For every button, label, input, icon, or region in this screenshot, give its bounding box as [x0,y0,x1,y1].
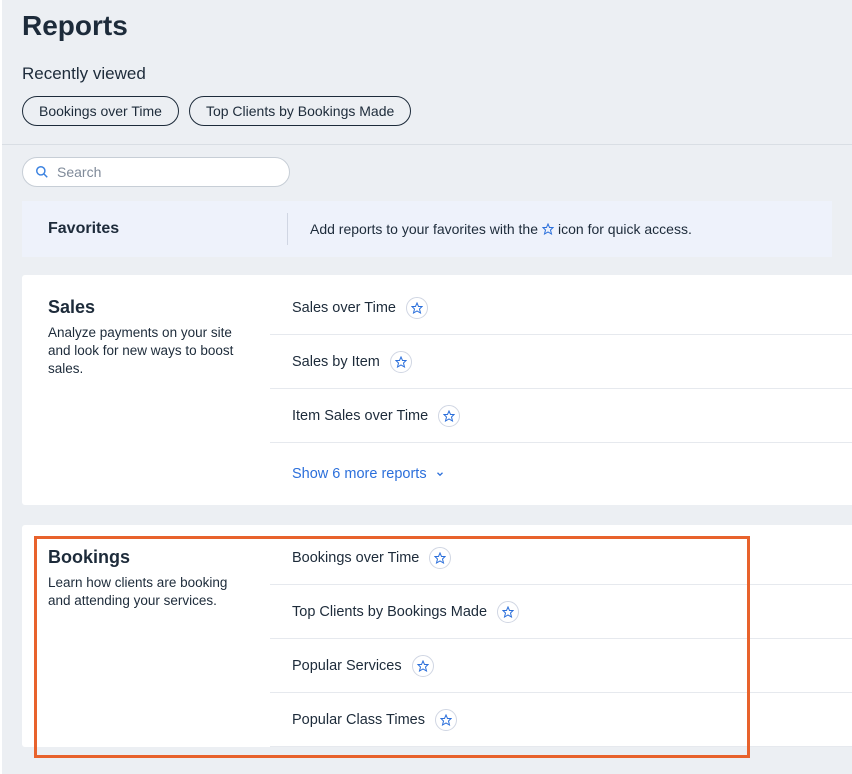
favorite-toggle[interactable] [412,655,434,677]
show-more-label: Show 6 more reports [292,466,427,482]
favorites-bar: Favorites Add reports to your favorites … [22,201,832,257]
section-sales: Sales Analyze payments on your site and … [22,275,852,505]
star-icon [411,302,423,314]
favorite-toggle[interactable] [438,405,460,427]
report-row[interactable]: Popular Services [270,639,852,693]
report-name: Sales over Time [292,300,396,316]
star-icon [542,223,554,235]
favorite-toggle[interactable] [435,709,457,731]
search-input[interactable] [57,164,277,180]
page-title: Reports [22,10,832,42]
favorite-toggle[interactable] [406,297,428,319]
recent-report-pill[interactable]: Top Clients by Bookings Made [189,96,411,126]
recently-viewed-heading: Recently viewed [22,64,832,84]
star-icon [440,714,452,726]
report-row[interactable]: Popular Class Times [270,693,852,747]
report-name: Top Clients by Bookings Made [292,604,487,620]
star-icon [417,660,429,672]
recently-viewed-list: Bookings over Time Top Clients by Bookin… [22,96,832,126]
report-name: Sales by Item [292,354,380,370]
star-icon [434,552,446,564]
show-more-sales[interactable]: Show 6 more reports [270,443,852,505]
favorites-title: Favorites [48,213,288,245]
search-field[interactable] [22,157,290,187]
report-name: Item Sales over Time [292,408,428,424]
chevron-down-icon [435,469,445,479]
recent-report-pill[interactable]: Bookings over Time [22,96,179,126]
favorite-toggle[interactable] [429,547,451,569]
favorites-hint-after: icon for quick access. [558,221,692,237]
report-row[interactable]: Sales by Item [270,335,852,389]
star-icon [502,606,514,618]
section-title-sales: Sales [48,297,248,318]
section-title-bookings: Bookings [48,547,248,568]
favorite-toggle[interactable] [390,351,412,373]
section-desc-sales: Analyze payments on your site and look f… [48,324,248,379]
favorites-hint-before: Add reports to your favorites with the [310,221,538,237]
report-row[interactable]: Top Clients by Bookings Made [270,585,852,639]
report-name: Popular Services [292,658,402,674]
favorite-toggle[interactable] [497,601,519,623]
report-row[interactable]: Bookings over Time [270,531,852,585]
section-desc-bookings: Learn how clients are booking and attend… [48,574,248,610]
star-icon [443,410,455,422]
search-icon [35,165,49,179]
report-name: Popular Class Times [292,712,425,728]
report-row[interactable]: Item Sales over Time [270,389,852,443]
favorites-hint: Add reports to your favorites with the i… [288,221,692,237]
star-icon [395,356,407,368]
report-row[interactable]: Sales over Time [270,281,852,335]
report-name: Bookings over Time [292,550,419,566]
section-bookings: Bookings Learn how clients are booking a… [22,525,852,747]
